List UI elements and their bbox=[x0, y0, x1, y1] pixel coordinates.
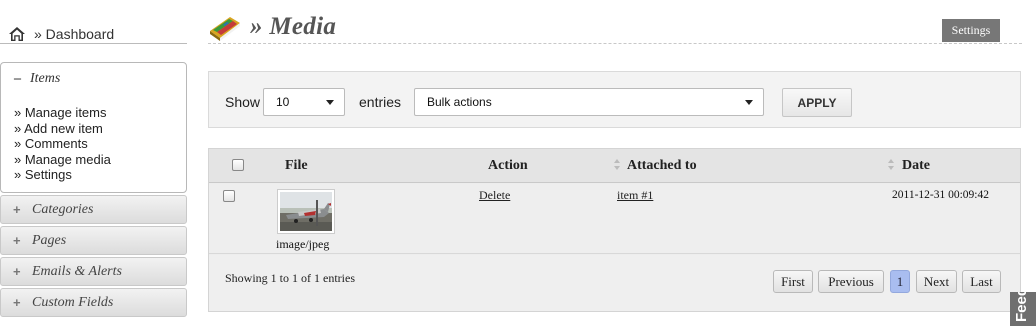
sidebar-item-manage-media[interactable]: » Manage media bbox=[14, 152, 111, 168]
sidebar-section-emails-alerts[interactable]: + Emails & Alerts bbox=[0, 257, 187, 286]
items-panel-title: Items bbox=[30, 71, 61, 86]
dropdown-caret-icon bbox=[745, 100, 753, 105]
sidebar-item-settings[interactable]: » Settings bbox=[14, 167, 111, 183]
column-header-date[interactable]: Date bbox=[902, 158, 930, 174]
bulk-actions-select[interactable]: Bulk actions bbox=[414, 88, 764, 116]
pagination-page-1[interactable]: 1 bbox=[890, 270, 910, 293]
apply-button[interactable]: APPLY bbox=[782, 88, 852, 117]
column-header-action[interactable]: Action bbox=[488, 158, 528, 174]
page-size-select[interactable]: 10 bbox=[263, 88, 345, 116]
settings-button[interactable]: Settings bbox=[942, 19, 1000, 42]
sidebar-section-custom-fields[interactable]: + Custom Fields bbox=[0, 288, 187, 317]
pagination-next[interactable]: Next bbox=[916, 270, 957, 293]
table-row: image/jpeg Delete item #1 2011-12-31 00:… bbox=[209, 184, 1020, 254]
section-label: Categories bbox=[32, 201, 94, 217]
section-label: Custom Fields bbox=[32, 294, 114, 310]
dashboard-link-label: » Dashboard bbox=[34, 26, 115, 42]
items-menu: » Manage items » Add new item » Comments… bbox=[14, 105, 111, 183]
sort-icon bbox=[888, 159, 895, 172]
sort-icon bbox=[614, 159, 621, 172]
bulk-actions-value: Bulk actions bbox=[427, 95, 492, 109]
section-label: Emails & Alerts bbox=[32, 263, 122, 279]
show-label: Show bbox=[225, 94, 261, 110]
row-date: 2011-12-31 00:09:42 bbox=[892, 189, 989, 201]
expand-icon: + bbox=[13, 295, 21, 310]
pagination-previous[interactable]: Previous bbox=[818, 270, 884, 293]
entries-label: entries bbox=[359, 94, 402, 110]
feedback-tab[interactable]: Feedback bbox=[1010, 292, 1036, 326]
sidebar-item-comments[interactable]: » Comments bbox=[14, 136, 111, 152]
filter-bar: Show 10 entries Bulk actions APPLY bbox=[208, 71, 1021, 128]
page-title: » Media bbox=[250, 13, 337, 40]
title-divider bbox=[208, 43, 1022, 44]
home-icon bbox=[9, 27, 25, 41]
expand-icon: + bbox=[13, 264, 21, 279]
section-label: Pages bbox=[32, 232, 67, 248]
expand-icon: + bbox=[13, 233, 21, 248]
sidebar-item-add-new-item[interactable]: » Add new item bbox=[14, 121, 111, 137]
sidebar-section-categories[interactable]: + Categories bbox=[0, 195, 187, 224]
sidebar-item-manage-items[interactable]: » Manage items bbox=[14, 105, 111, 121]
pagination-last[interactable]: Last bbox=[962, 270, 1001, 293]
items-panel-header[interactable]: – Items bbox=[14, 71, 60, 87]
media-thumbnail[interactable] bbox=[277, 189, 335, 234]
select-all-checkbox[interactable] bbox=[232, 159, 244, 171]
entries-summary: Showing 1 to 1 of 1 entries bbox=[225, 271, 355, 285]
book-icon bbox=[210, 17, 240, 41]
column-header-attached-to[interactable]: Attached to bbox=[627, 158, 697, 174]
collapse-icon: – bbox=[14, 71, 21, 86]
attached-item-link[interactable]: item #1 bbox=[617, 188, 653, 203]
feedback-label: Feedback bbox=[1013, 292, 1030, 322]
column-header-file[interactable]: File bbox=[285, 158, 308, 174]
file-mime-type: image/jpeg bbox=[276, 237, 330, 251]
delete-link[interactable]: Delete bbox=[479, 188, 510, 203]
sidebar-divider bbox=[0, 43, 187, 44]
table-header: File Action Attached to Date bbox=[209, 149, 1020, 183]
row-checkbox[interactable] bbox=[223, 190, 235, 202]
items-panel: – Items » Manage items » Add new item » C… bbox=[0, 62, 187, 193]
dropdown-caret-icon bbox=[326, 100, 334, 105]
pagination-first[interactable]: First bbox=[773, 270, 813, 293]
expand-icon: + bbox=[13, 202, 21, 217]
page-size-value: 10 bbox=[276, 95, 290, 109]
airplane-photo bbox=[280, 192, 332, 231]
sidebar-section-pages[interactable]: + Pages bbox=[0, 226, 187, 255]
breadcrumb-dashboard[interactable]: » Dashboard bbox=[8, 24, 114, 44]
